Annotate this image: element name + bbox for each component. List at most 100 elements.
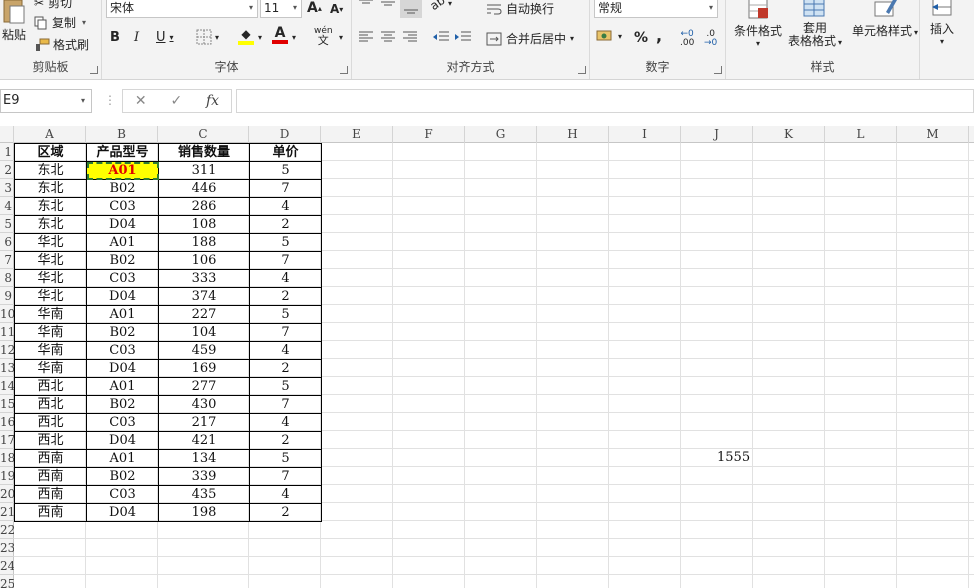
cell-styles-button[interactable]: 单元格样式 ▾ (852, 0, 918, 39)
align-left-button[interactable] (358, 31, 374, 43)
table-cell[interactable]: 华北 (14, 251, 87, 270)
table-cell[interactable]: 374 (158, 287, 250, 306)
table-cell[interactable]: 东北 (14, 215, 87, 234)
clipboard-launcher-icon[interactable] (90, 66, 98, 74)
table-cell[interactable]: 333 (158, 269, 250, 288)
comma-button[interactable]: , (656, 26, 662, 45)
table-header-cell[interactable]: 区域 (14, 143, 87, 162)
table-cell[interactable]: D04 (86, 503, 159, 522)
table-cell[interactable]: 西南 (14, 467, 87, 486)
chevron-down-icon[interactable]: ▾ (258, 33, 262, 42)
alignment-launcher-icon[interactable] (578, 66, 586, 74)
table-cell[interactable]: 2 (249, 287, 322, 306)
font-launcher-icon[interactable] (340, 66, 348, 74)
enter-icon[interactable]: ✓ (170, 93, 182, 109)
increase-decimal-button[interactable]: ←0 .00 (680, 30, 694, 48)
table-cell[interactable]: 2 (249, 503, 322, 522)
align-right-button[interactable] (402, 31, 418, 43)
table-cell[interactable]: 430 (158, 395, 250, 414)
table-cell[interactable]: 421 (158, 431, 250, 450)
row-header-20[interactable]: 20 (0, 485, 14, 503)
table-cell[interactable]: 7 (249, 323, 322, 342)
italic-button[interactable]: I (134, 30, 139, 45)
table-cell[interactable]: B02 (86, 467, 159, 486)
align-bottom-button[interactable] (400, 0, 422, 18)
phonetic-button[interactable]: wén 文 (314, 26, 333, 46)
column-header-K[interactable]: K (753, 126, 825, 143)
column-header-G[interactable]: G (465, 126, 537, 143)
table-cell[interactable]: 西北 (14, 413, 87, 432)
table-cell[interactable]: 108 (158, 215, 250, 234)
table-cell[interactable]: 277 (158, 377, 250, 396)
table-cell[interactable]: 华北 (14, 287, 87, 306)
table-cell[interactable]: B02 (86, 395, 159, 414)
row-header-22[interactable]: 22 (0, 521, 14, 539)
table-cell[interactable]: 5 (249, 449, 322, 468)
row-header-13[interactable]: 13 (0, 359, 14, 377)
table-cell[interactable]: 5 (249, 305, 322, 324)
name-box[interactable]: E9 ▾ (0, 89, 92, 113)
border-button[interactable]: ▾ (196, 29, 219, 45)
table-cell[interactable]: A01 (86, 449, 159, 468)
column-header-M[interactable]: M (897, 126, 969, 143)
table-cell[interactable]: 5 (249, 233, 322, 252)
table-cell[interactable]: 459 (158, 341, 250, 360)
table-cell[interactable]: 华南 (14, 305, 87, 324)
table-header-cell[interactable]: 单价 (249, 143, 322, 162)
format-as-table-button[interactable]: 套用 表格格式 ▾ (788, 0, 842, 49)
table-cell[interactable]: 106 (158, 251, 250, 270)
table-cell[interactable]: C03 (86, 197, 159, 216)
table-header-cell[interactable]: 销售数量 (158, 143, 250, 162)
row-header-12[interactable]: 12 (0, 341, 14, 359)
align-center-button[interactable] (380, 31, 396, 43)
table-cell[interactable]: 西南 (14, 503, 87, 522)
table-cell[interactable]: 4 (249, 341, 322, 360)
table-cell[interactable]: D04 (86, 431, 159, 450)
number-format-select[interactable]: 常规 ▾ (594, 0, 718, 18)
align-top-button[interactable] (358, 0, 374, 10)
cell-area[interactable]: 区域 产品型号 销售数量 单价 东北 A01 311 5 东北 B02 446 7 东北 C03 286 4 东… (14, 143, 974, 588)
formula-input[interactable] (236, 89, 974, 113)
table-cell[interactable]: 西北 (14, 377, 87, 396)
decrease-decimal-button[interactable]: .0 →0 (704, 30, 717, 48)
column-header-A[interactable]: A (14, 126, 86, 143)
row-header-16[interactable]: 16 (0, 413, 14, 431)
align-middle-button[interactable] (380, 0, 396, 10)
wrap-text-button[interactable]: 自动换行 (486, 0, 554, 17)
row-header-10[interactable]: 10 (0, 305, 14, 323)
table-cell[interactable]: 东北 (14, 161, 87, 180)
table-cell[interactable]: 188 (158, 233, 250, 252)
table-cell[interactable]: 198 (158, 503, 250, 522)
table-cell[interactable]: 华北 (14, 233, 87, 252)
selected-cell-B2[interactable]: A01 (86, 161, 159, 180)
select-all-corner[interactable] (0, 126, 14, 143)
table-cell[interactable]: A01 (86, 233, 159, 252)
chevron-down-icon[interactable]: ▾ (292, 33, 296, 42)
fill-color-button[interactable]: ◆ (238, 27, 254, 45)
row-header-17[interactable]: 17 (0, 431, 14, 449)
table-cell[interactable]: 7 (249, 467, 322, 486)
increase-indent-button[interactable] (454, 30, 472, 44)
table-cell[interactable]: C03 (86, 413, 159, 432)
table-cell[interactable]: 339 (158, 467, 250, 486)
table-cell[interactable]: 104 (158, 323, 250, 342)
row-header-4[interactable]: 4 (0, 197, 14, 215)
table-cell[interactable]: 311 (158, 161, 250, 180)
table-cell[interactable]: 东北 (14, 197, 87, 216)
row-header-7[interactable]: 7 (0, 251, 14, 269)
copy-dropdown-icon[interactable]: ▾ (82, 18, 86, 27)
table-cell[interactable]: 169 (158, 359, 250, 378)
font-color-button[interactable]: A (272, 26, 288, 44)
font-name-select[interactable]: 宋体 ▾ (106, 0, 258, 18)
format-painter-button[interactable]: 格式刷 (34, 36, 89, 53)
increase-font-size-button[interactable]: A ▴ (307, 0, 322, 16)
table-cell[interactable]: 5 (249, 377, 322, 396)
table-cell[interactable]: 2 (249, 431, 322, 450)
row-header-25[interactable]: 25 (0, 575, 14, 588)
table-header-cell[interactable]: 产品型号 (86, 143, 159, 162)
row-header-9[interactable]: 9 (0, 287, 14, 305)
table-cell[interactable]: 东北 (14, 179, 87, 198)
table-cell[interactable]: 446 (158, 179, 250, 198)
number-launcher-icon[interactable] (714, 66, 722, 74)
insert-function-icon[interactable]: fx (206, 93, 219, 109)
